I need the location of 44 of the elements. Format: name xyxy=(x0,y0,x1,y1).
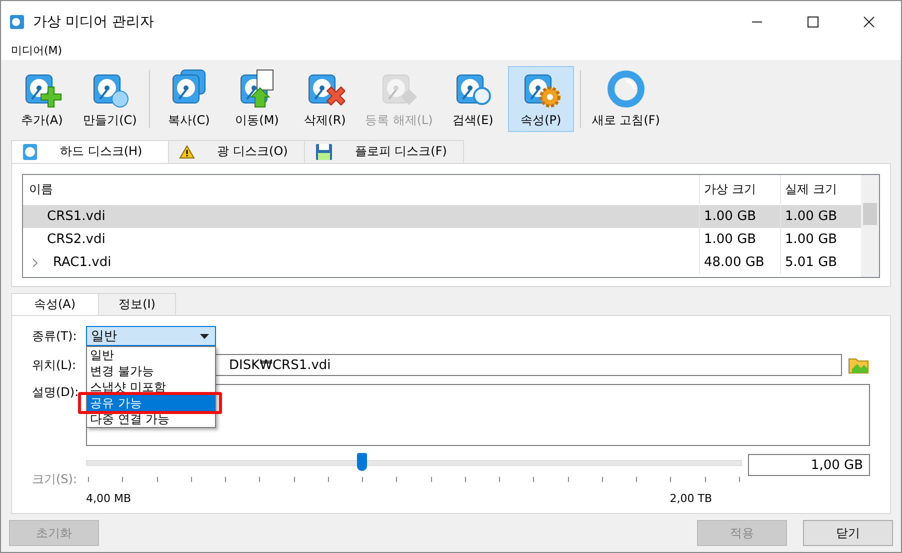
field-label: 위치(L): xyxy=(32,356,78,374)
disk-row[interactable]: CRS1.vdi 1.00 GB 1.00 GB xyxy=(23,205,861,228)
close-icon[interactable] xyxy=(863,16,875,28)
size-field[interactable]: 1,00 GB xyxy=(748,454,870,476)
toolbar-button[interactable]: 만들기(C) xyxy=(77,66,143,132)
tab[interactable]: 정보(I) xyxy=(98,293,176,315)
slider-max-label: 2,00 TB xyxy=(670,492,712,505)
toolbar-button[interactable]: 복사(C) xyxy=(156,66,222,132)
app-icon xyxy=(9,14,25,30)
field-label: 종류(T): xyxy=(32,328,78,344)
dropdown-option[interactable]: 변경 불가능 xyxy=(87,363,215,379)
dropdown-option[interactable]: 다중 연결 가능 xyxy=(87,411,215,427)
toolbar-button[interactable]: 속성(P) xyxy=(508,66,574,132)
disk-name: CRS2.vdi xyxy=(47,232,106,247)
size-slider[interactable] xyxy=(86,453,742,471)
maximize-icon[interactable] xyxy=(807,16,819,28)
tab[interactable]: 속성(A) xyxy=(11,293,99,315)
slider-min-label: 4,00 MB xyxy=(86,492,132,505)
toolbar-button[interactable]: 이동(M) xyxy=(224,66,290,132)
tab[interactable]: 플로피 디스크(F) xyxy=(304,140,464,163)
scrollbar[interactable] xyxy=(861,175,879,277)
disk-name: RAC1.vdi xyxy=(53,255,112,270)
dropdown-option[interactable]: 공유 가능 xyxy=(87,395,215,411)
chevron-right-icon[interactable] xyxy=(31,258,39,268)
toolbar-button[interactable]: 검색(E) xyxy=(440,66,506,132)
slider-handle[interactable] xyxy=(356,453,367,471)
menu-item[interactable]: 미디어(M) xyxy=(11,43,62,58)
field-label: 크기(S): xyxy=(32,471,78,488)
column-header[interactable]: 가상 크기 xyxy=(699,175,780,204)
type-dropdown[interactable]: 일반 xyxy=(86,326,216,346)
caret-icon xyxy=(200,334,209,338)
tab[interactable]: 하드 디스크(H) xyxy=(11,140,170,163)
field-label: 설명(D): xyxy=(32,384,80,401)
toolbar-button[interactable]: 추가(A) xyxy=(9,66,75,132)
window-title: 가상 미디어 관리자 xyxy=(33,12,154,30)
toolbar-button[interactable]: 삭제(R) xyxy=(292,66,358,132)
warning-icon xyxy=(179,144,196,159)
virtual-size: 48.00 GB xyxy=(699,251,780,274)
disk-name: CRS1.vdi xyxy=(47,209,106,224)
column-header[interactable]: 이름 xyxy=(23,175,699,204)
refresh-icon xyxy=(606,68,646,109)
toolbar-button[interactable]: 새로 고침(F) xyxy=(586,66,665,132)
close-button[interactable]: 닫기 xyxy=(803,520,893,546)
virtual-size: 1.00 GB xyxy=(699,228,780,251)
